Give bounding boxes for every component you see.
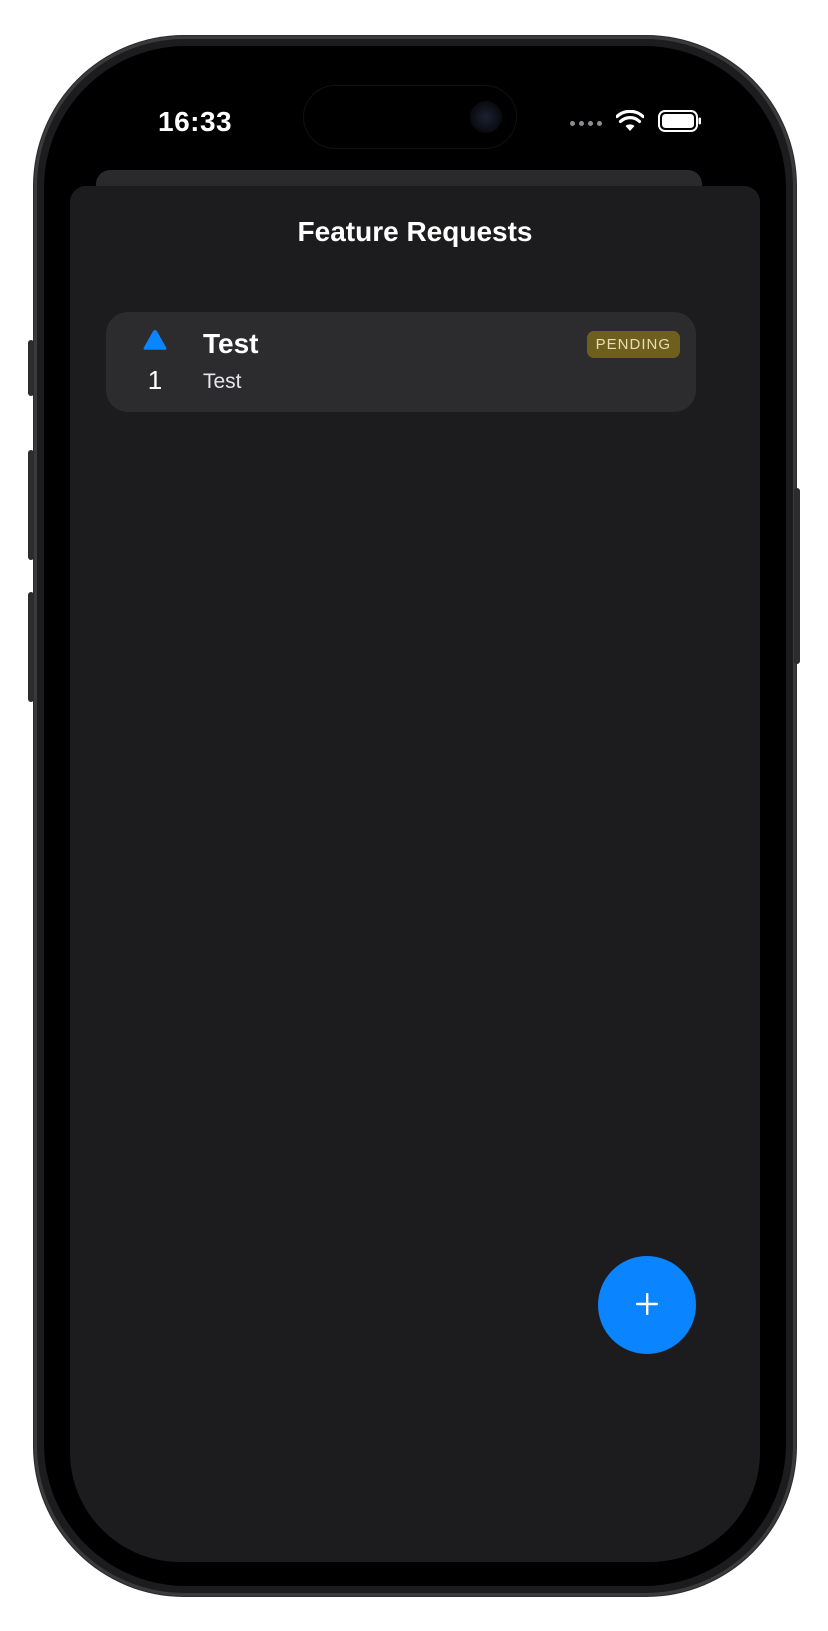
power-button xyxy=(794,488,800,664)
upvote-triangle-icon[interactable] xyxy=(142,330,168,356)
status-time: 16:33 xyxy=(158,106,233,137)
vote-count: 1 xyxy=(147,365,163,395)
volume-down-button xyxy=(28,592,34,702)
request-description: Test xyxy=(203,370,242,393)
action-button xyxy=(28,340,34,396)
dynamic-island xyxy=(304,86,516,148)
signal-dots-icon xyxy=(570,121,602,126)
volume-up-button xyxy=(28,450,34,560)
phone-screen: 16:33 Feature Requests 1 Test Test PENDI… xyxy=(70,70,760,1562)
battery-icon xyxy=(658,110,702,137)
feature-requests-sheet: Feature Requests 1 Test Test PENDING xyxy=(70,186,760,1562)
front-camera xyxy=(470,101,502,133)
plus-icon xyxy=(634,1291,660,1320)
add-request-button[interactable] xyxy=(598,1256,696,1354)
vote-control[interactable]: 1 xyxy=(142,328,168,396)
status-badge: PENDING xyxy=(586,331,680,358)
status-indicators xyxy=(570,109,702,137)
wifi-icon xyxy=(615,109,645,137)
request-card[interactable]: 1 Test Test PENDING xyxy=(106,312,696,412)
page-title: Feature Requests xyxy=(297,216,533,247)
request-title: Test xyxy=(203,328,259,359)
